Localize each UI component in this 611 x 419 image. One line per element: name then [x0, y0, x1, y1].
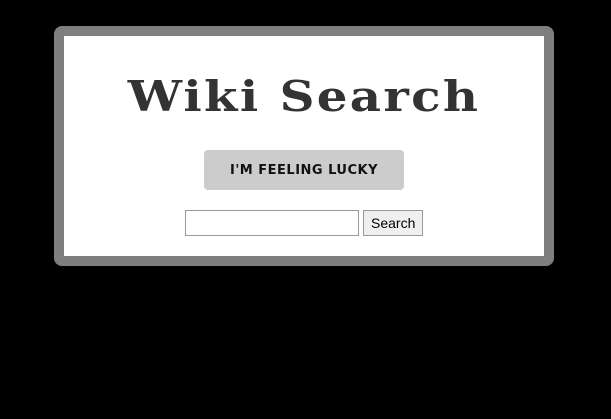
search-form: Search	[185, 210, 424, 236]
page-title: Wiki Search	[127, 72, 481, 121]
search-button[interactable]: Search	[363, 210, 424, 236]
search-input[interactable]	[185, 210, 359, 236]
search-card: Wiki Search I'm Feeling Lucky Search	[64, 36, 544, 256]
feeling-lucky-button[interactable]: I'm Feeling Lucky	[204, 150, 404, 190]
search-frame: Wiki Search I'm Feeling Lucky Search	[54, 26, 554, 266]
